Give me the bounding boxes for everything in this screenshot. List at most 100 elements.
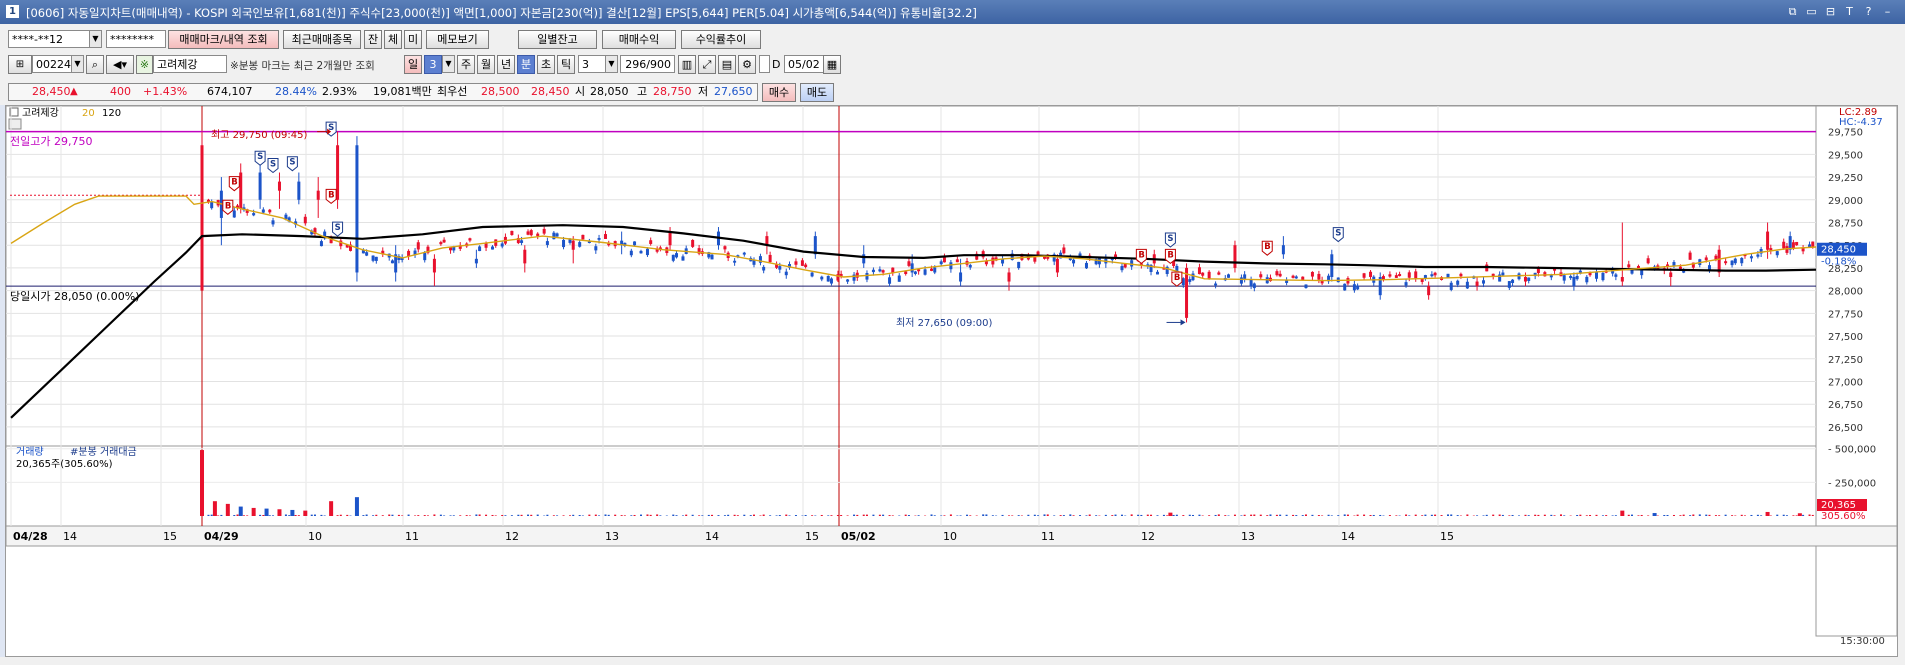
candle-body <box>794 261 798 265</box>
volume-ratio-pct: 2.93% <box>322 85 357 98</box>
candle-body <box>1511 279 1515 283</box>
volume-bar <box>288 515 291 516</box>
volume-bar <box>354 497 359 516</box>
candle-body <box>1227 274 1231 278</box>
volume-bar <box>630 515 633 516</box>
period-second-button[interactable]: 초 <box>537 55 555 74</box>
volume-bar <box>277 509 282 516</box>
volume-bar <box>1285 514 1288 516</box>
volume-bar <box>907 515 910 516</box>
daily-balance-button[interactable]: 일별잔고 <box>518 30 597 49</box>
date-checkbox[interactable] <box>759 55 770 73</box>
chart-svg[interactable]: 29,75029,50029,25029,00028,75028,50028,2… <box>5 105 1898 656</box>
date-input[interactable]: 05/02 <box>784 55 824 73</box>
window-number[interactable]: 1 <box>6 5 19 18</box>
account-input[interactable]: ****-**12 <box>8 30 90 48</box>
candle-body <box>939 261 943 265</box>
candle-body <box>907 261 911 266</box>
stock-code-input[interactable]: 002240 <box>32 55 78 73</box>
trade-mark-text: S <box>335 223 341 233</box>
trade-profit-button[interactable]: 매매수익 <box>602 30 676 49</box>
memo-button[interactable]: 메모보기 <box>426 30 489 49</box>
volume-bar <box>933 515 936 516</box>
trade-mark-query-button[interactable]: 매매마크/내역 조회 <box>168 30 279 49</box>
volume-bar <box>465 515 468 516</box>
volume-bar <box>1714 515 1717 516</box>
candle-body <box>1501 272 1505 276</box>
volume-bar <box>759 515 762 516</box>
account-dropdown[interactable]: ▼ <box>89 30 102 48</box>
recent-items-button[interactable]: 최근매매종목 <box>283 30 361 49</box>
volume-bar <box>1275 514 1278 516</box>
candle-body <box>671 254 675 261</box>
buy-button[interactable]: 매수 <box>762 83 796 102</box>
volume-bar <box>1743 515 1746 516</box>
sell-button[interactable]: 매도 <box>800 83 834 102</box>
volume-bar <box>1162 514 1165 516</box>
chart-area[interactable]: 29,75029,50029,25029,00028,75028,50028,2… <box>5 105 1898 657</box>
candle-body <box>232 210 236 218</box>
stock-code-dropdown[interactable]: ▼ <box>71 55 84 73</box>
candle-body <box>1614 274 1618 277</box>
candle-body <box>1766 231 1770 250</box>
candle-body <box>1572 277 1576 287</box>
volume-bar <box>391 514 394 516</box>
trade-mark-text: B <box>1167 250 1173 260</box>
candle-body <box>1317 273 1321 280</box>
volume-bar <box>1233 514 1236 516</box>
draw-tool-icon[interactable]: ⤢ <box>698 55 716 74</box>
tile-icon[interactable]: ⊟ <box>1823 4 1838 19</box>
period-year-button[interactable]: 년 <box>497 55 515 74</box>
font-icon[interactable]: T <box>1842 4 1857 19</box>
count-input[interactable]: 296/900 <box>620 55 675 73</box>
candle-body <box>258 172 262 200</box>
trade-mark-text: S <box>270 160 276 170</box>
period-week-button[interactable]: 주 <box>457 55 475 74</box>
help-icon[interactable]: ? <box>1861 4 1876 19</box>
settings-icon[interactable]: ⚙ <box>738 55 756 74</box>
candle-body <box>1523 277 1527 282</box>
password-input[interactable]: ******** <box>106 30 166 48</box>
candle-body <box>881 270 885 273</box>
calendar-icon[interactable]: ▦ <box>823 55 841 74</box>
candle-body <box>1394 275 1398 278</box>
executed-button[interactable]: 체 <box>384 30 402 49</box>
unfilled-button[interactable]: 미 <box>404 30 422 49</box>
screen-link-icon[interactable]: ⊞ <box>8 55 32 74</box>
candle-body <box>365 252 369 256</box>
period-minute-button[interactable]: 분 <box>517 55 535 74</box>
volume-bar <box>272 515 275 516</box>
current-pct-tag-text: -0.18% <box>1821 257 1856 268</box>
volume-bar <box>1327 514 1330 516</box>
volume-bar <box>736 515 739 516</box>
candle-body <box>1188 279 1192 282</box>
profit-trend-button[interactable]: 수익률추이 <box>681 30 761 49</box>
link-window-icon[interactable]: ⧉ <box>1785 4 1800 19</box>
save-icon[interactable]: ▤ <box>718 55 736 74</box>
period-tick-button[interactable]: 틱 <box>557 55 575 74</box>
period-day-button[interactable]: 일 <box>404 55 422 74</box>
period-month-button[interactable]: 월 <box>477 55 495 74</box>
balance-button[interactable]: 잔 <box>364 30 382 49</box>
minimize-icon[interactable]: – <box>1880 4 1895 19</box>
interval-input[interactable]: 3 <box>578 55 606 73</box>
volume-bar <box>1421 515 1424 516</box>
volume-bar <box>620 515 623 516</box>
volume-bar <box>1243 514 1246 516</box>
stock-tag-icon[interactable]: ※ <box>136 55 153 74</box>
volume-bar <box>468 515 471 516</box>
search-icon[interactable]: ⌕ <box>86 55 104 74</box>
volume-bar <box>1372 514 1375 516</box>
interval-dropdown[interactable]: ▼ <box>605 55 618 73</box>
volume-bar <box>268 515 271 516</box>
volume-bar <box>1292 514 1295 516</box>
volume-bar <box>865 514 868 516</box>
period-number-dropdown[interactable]: ▼ <box>442 55 455 73</box>
scroll-icon[interactable]: ▥ <box>678 55 696 74</box>
volume-bar <box>1534 514 1537 516</box>
restore-icon[interactable]: ▭ <box>1804 4 1819 19</box>
period-number-field[interactable]: 3 <box>424 55 442 74</box>
volume-bar <box>1508 515 1511 516</box>
speaker-icon[interactable]: ◀▾ <box>106 55 134 74</box>
volume-bar <box>443 515 446 516</box>
